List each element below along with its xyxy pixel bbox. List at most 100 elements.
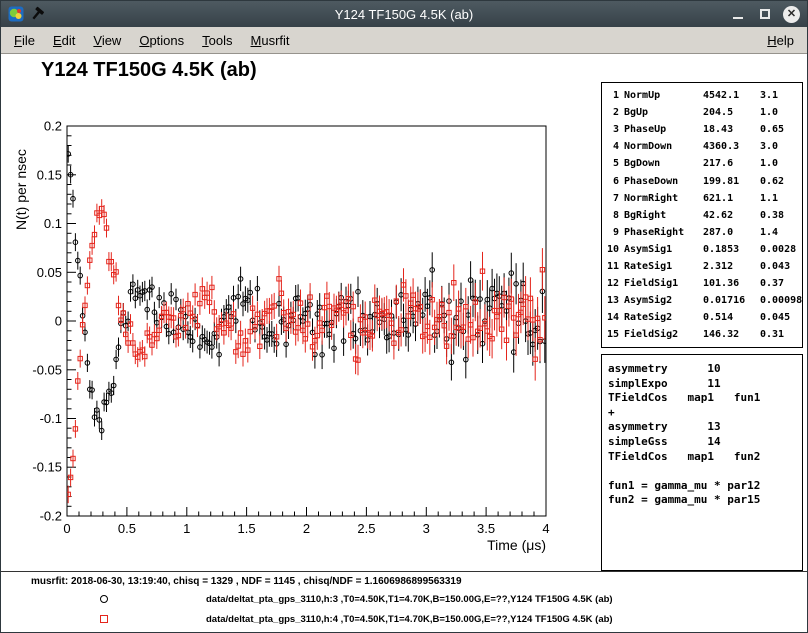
param-err: 0.31: [760, 329, 802, 340]
param-idx: 3: [607, 124, 624, 135]
param-val: 204.5: [703, 107, 760, 118]
param-err: 0.0028: [760, 244, 802, 255]
parameter-row: 15FieldSig2146.320.31: [607, 326, 802, 343]
theory-block: asymmetry 10 simplExpo 11 TFieldCos map1…: [601, 354, 803, 571]
param-idx: 12: [607, 278, 624, 289]
svg-text:0.5: 0.5: [118, 521, 136, 536]
param-idx: 10: [607, 244, 624, 255]
parameter-row: 6PhaseDown199.810.62: [607, 172, 802, 189]
parameter-row: 14RateSig20.5140.045: [607, 309, 802, 326]
param-name: RateSig1: [624, 261, 703, 272]
param-val: 621.1: [703, 193, 760, 204]
menu-item-edit[interactable]: Edit: [44, 29, 84, 52]
svg-text:0.2: 0.2: [44, 119, 62, 134]
param-err: 1.0: [760, 158, 802, 169]
param-idx: 1: [607, 90, 624, 101]
parameter-row: 13AsymSig20.017160.00098: [607, 292, 802, 309]
param-name: NormRight: [624, 193, 703, 204]
param-val: 42.62: [703, 210, 760, 221]
circle-marker-icon: [100, 595, 108, 603]
close-icon: ✕: [787, 9, 796, 20]
square-marker-icon: [100, 615, 108, 623]
menu-item-options[interactable]: Options: [130, 29, 193, 52]
param-err: 0.37: [760, 278, 802, 289]
param-name: NormDown: [624, 141, 703, 152]
param-val: 146.32: [703, 329, 760, 340]
param-idx: 5: [607, 158, 624, 169]
param-name: NormUp: [624, 90, 703, 101]
svg-text:N(t) per nsec: N(t) per nsec: [13, 149, 29, 230]
maximize-icon: [760, 9, 770, 19]
param-idx: 2: [607, 107, 624, 118]
param-idx: 14: [607, 312, 624, 323]
parameter-row: 11RateSig12.3120.043: [607, 258, 802, 275]
legend-row: data/deltat_pta_gps_3110,h:4 ,T0=4.50K,T…: [1, 613, 807, 627]
svg-text:0.15: 0.15: [37, 167, 62, 182]
parameter-row: 2BgUp204.51.0: [607, 104, 802, 121]
close-button[interactable]: ✕: [783, 6, 800, 23]
menubar: FileEditViewOptionsToolsMusrfit Help: [1, 27, 807, 54]
menu-item-tools[interactable]: Tools: [193, 29, 241, 52]
plot-area[interactable]: 00.511.522.533.54-0.2-0.15-0.1-0.0500.05…: [9, 114, 571, 564]
param-val: 2.312: [703, 261, 760, 272]
hammer-icon: [29, 6, 45, 22]
param-err: 0.045: [760, 312, 802, 323]
legend-label: data/deltat_pta_gps_3110,h:4 ,T0=4.50K,T…: [206, 614, 613, 625]
canvas: Y124 TF150G 4.5K (ab) 00.511.522.533.54-…: [1, 54, 807, 632]
param-err: 3.1: [760, 90, 802, 101]
param-name: PhaseRight: [624, 227, 703, 238]
param-val: 199.81: [703, 176, 760, 187]
app-window: Y124 TF150G 4.5K (ab) ✕ FileEditViewOpti…: [0, 0, 808, 633]
param-err: 1.0: [760, 107, 802, 118]
svg-text:-0.05: -0.05: [32, 362, 62, 377]
fit-stats: musrfit: 2018-06-30, 13:19:40, chisq = 1…: [31, 576, 462, 587]
svg-text:1.5: 1.5: [238, 521, 256, 536]
param-idx: 11: [607, 261, 624, 272]
param-name: RateSig2: [624, 312, 703, 323]
svg-text:-0.2: -0.2: [40, 509, 62, 524]
param-idx: 7: [607, 193, 624, 204]
svg-text:0: 0: [55, 314, 62, 329]
param-idx: 15: [607, 329, 624, 340]
svg-text:0.1: 0.1: [44, 216, 62, 231]
param-val: 101.36: [703, 278, 760, 289]
param-err: 3.0: [760, 141, 802, 152]
titlebar[interactable]: Y124 TF150G 4.5K (ab) ✕: [1, 1, 807, 27]
param-idx: 8: [607, 210, 624, 221]
param-name: AsymSig1: [624, 244, 703, 255]
window-title: Y124 TF150G 4.5K (ab): [1, 7, 807, 22]
svg-text:Time (μs): Time (μs): [487, 537, 546, 553]
parameter-row: 1NormUp4542.13.1: [607, 87, 802, 104]
parameter-row: 8BgRight42.620.38: [607, 207, 802, 224]
minimize-icon: [733, 17, 743, 19]
minimize-button[interactable]: [729, 5, 747, 23]
maximize-button[interactable]: [756, 5, 774, 23]
param-idx: 4: [607, 141, 624, 152]
param-idx: 6: [607, 176, 624, 187]
svg-text:3.5: 3.5: [477, 521, 495, 536]
parameter-row: 7NormRight621.11.1: [607, 190, 802, 207]
menu-item-musrfit[interactable]: Musrfit: [242, 29, 299, 52]
parameter-row: 12FieldSig1101.360.37: [607, 275, 802, 292]
menu-item-view[interactable]: View: [84, 29, 130, 52]
footer-separator: [1, 571, 808, 572]
parameter-list: 1NormUp4542.13.12BgUp204.51.03PhaseUp18.…: [601, 82, 803, 348]
param-name: BgDown: [624, 158, 703, 169]
param-val: 0.514: [703, 312, 760, 323]
svg-text:0: 0: [63, 521, 70, 536]
param-val: 287.0: [703, 227, 760, 238]
param-idx: 9: [607, 227, 624, 238]
param-val: 18.43: [703, 124, 760, 135]
param-val: 4542.1: [703, 90, 760, 101]
svg-text:-0.15: -0.15: [32, 460, 62, 475]
param-err: 0.38: [760, 210, 802, 221]
svg-text:3: 3: [423, 521, 430, 536]
parameter-row: 5BgDown217.61.0: [607, 155, 802, 172]
menu-item-help[interactable]: Help: [758, 29, 803, 52]
param-idx: 13: [607, 295, 624, 306]
series-square: [66, 199, 547, 503]
menu-item-file[interactable]: File: [5, 29, 44, 52]
plot-title: Y124 TF150G 4.5K (ab): [41, 59, 257, 82]
param-name: BgUp: [624, 107, 703, 118]
param-val: 217.6: [703, 158, 760, 169]
